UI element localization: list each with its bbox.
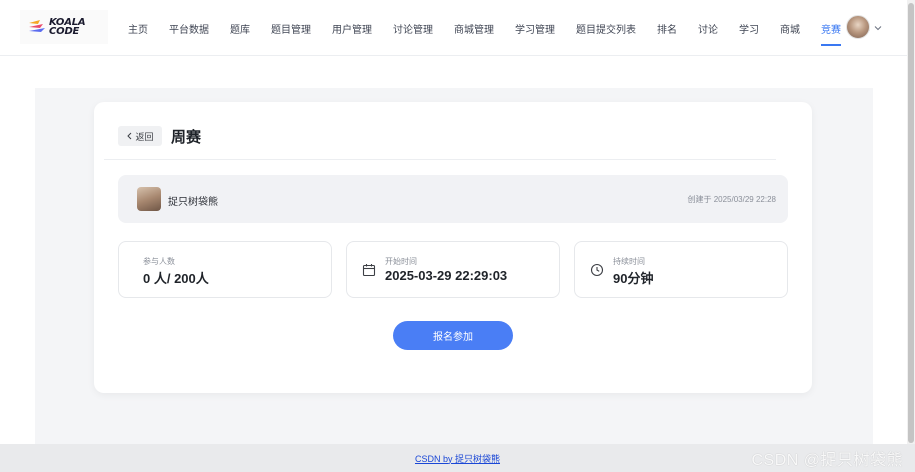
koala-logo-icon [29, 20, 45, 32]
top-nav-bar: KOALA CODE 主页 平台数据 题库 题目管理 用户管理 讨论管理 商城管… [0, 0, 915, 56]
duration-value: 90分钟 [613, 271, 654, 286]
start-time-label: 开始时间 [385, 257, 417, 266]
nav-item-submissions[interactable]: 题目提交列表 [576, 0, 636, 56]
creator-avatar[interactable] [137, 187, 161, 211]
contest-card: 返回 周赛 捉只树袋熊 创建于 2025/03/29 22:28 参与人数 0 … [94, 102, 812, 393]
nav-item-learning-admin[interactable]: 学习管理 [515, 0, 555, 56]
creator-name[interactable]: 捉只树袋熊 [168, 193, 218, 208]
divider [104, 159, 776, 160]
nav-item-contest[interactable]: 竞赛 [821, 0, 841, 56]
back-button[interactable]: 返回 [118, 126, 162, 146]
duration-stat: 持续时间 90分钟 [574, 241, 788, 298]
calendar-icon [362, 264, 376, 277]
participants-value: 0 人/ 200人 [143, 271, 209, 286]
scrollbar-track[interactable] [907, 0, 915, 472]
chevron-down-icon [874, 26, 882, 31]
scrollbar-thumb[interactable] [908, 3, 914, 443]
creator-info: 捉只树袋熊 创建于 2025/03/29 22:28 [118, 175, 788, 223]
nav-item-platform-data[interactable]: 平台数据 [169, 0, 209, 56]
nav-item-home[interactable]: 主页 [128, 0, 148, 56]
logo[interactable]: KOALA CODE [20, 10, 108, 44]
join-contest-button[interactable]: 报名参加 [393, 321, 513, 350]
footer-link[interactable]: CSDN by 捉只树袋熊 [415, 452, 500, 465]
back-button-label: 返回 [135, 131, 154, 142]
watermark: CSDN @捉只树袋熊 [751, 452, 903, 469]
main-nav: 主页 平台数据 题库 题目管理 用户管理 讨论管理 商城管理 学习管理 题目提交… [128, 0, 882, 56]
created-at: 创建于 2025/03/29 22:28 [687, 195, 776, 204]
nav-item-learning[interactable]: 学习 [739, 0, 759, 56]
nav-item-shop-admin[interactable]: 商城管理 [454, 0, 494, 56]
nav-item-problem-admin[interactable]: 题目管理 [271, 0, 311, 56]
nav-item-discussion-admin[interactable]: 讨论管理 [393, 0, 433, 56]
participants-label: 参与人数 [143, 257, 175, 266]
nav-item-user-admin[interactable]: 用户管理 [332, 0, 372, 56]
participants-stat: 参与人数 0 人/ 200人 [118, 241, 332, 298]
start-time-value: 2025-03-29 22:29:03 [385, 268, 508, 283]
chevron-left-icon [127, 132, 132, 140]
nav-item-problem-bank[interactable]: 题库 [230, 0, 250, 56]
nav-item-shop[interactable]: 商城 [780, 0, 800, 56]
page-title: 周赛 [171, 128, 202, 146]
logo-text: KOALA CODE [49, 17, 86, 37]
duration-label: 持续时间 [613, 257, 645, 266]
nav-item-discussion[interactable]: 讨论 [698, 0, 718, 56]
user-avatar[interactable] [846, 15, 870, 39]
clock-icon [590, 263, 604, 277]
nav-item-ranking[interactable]: 排名 [657, 0, 677, 56]
start-time-stat: 开始时间 2025-03-29 22:29:03 [346, 241, 560, 298]
